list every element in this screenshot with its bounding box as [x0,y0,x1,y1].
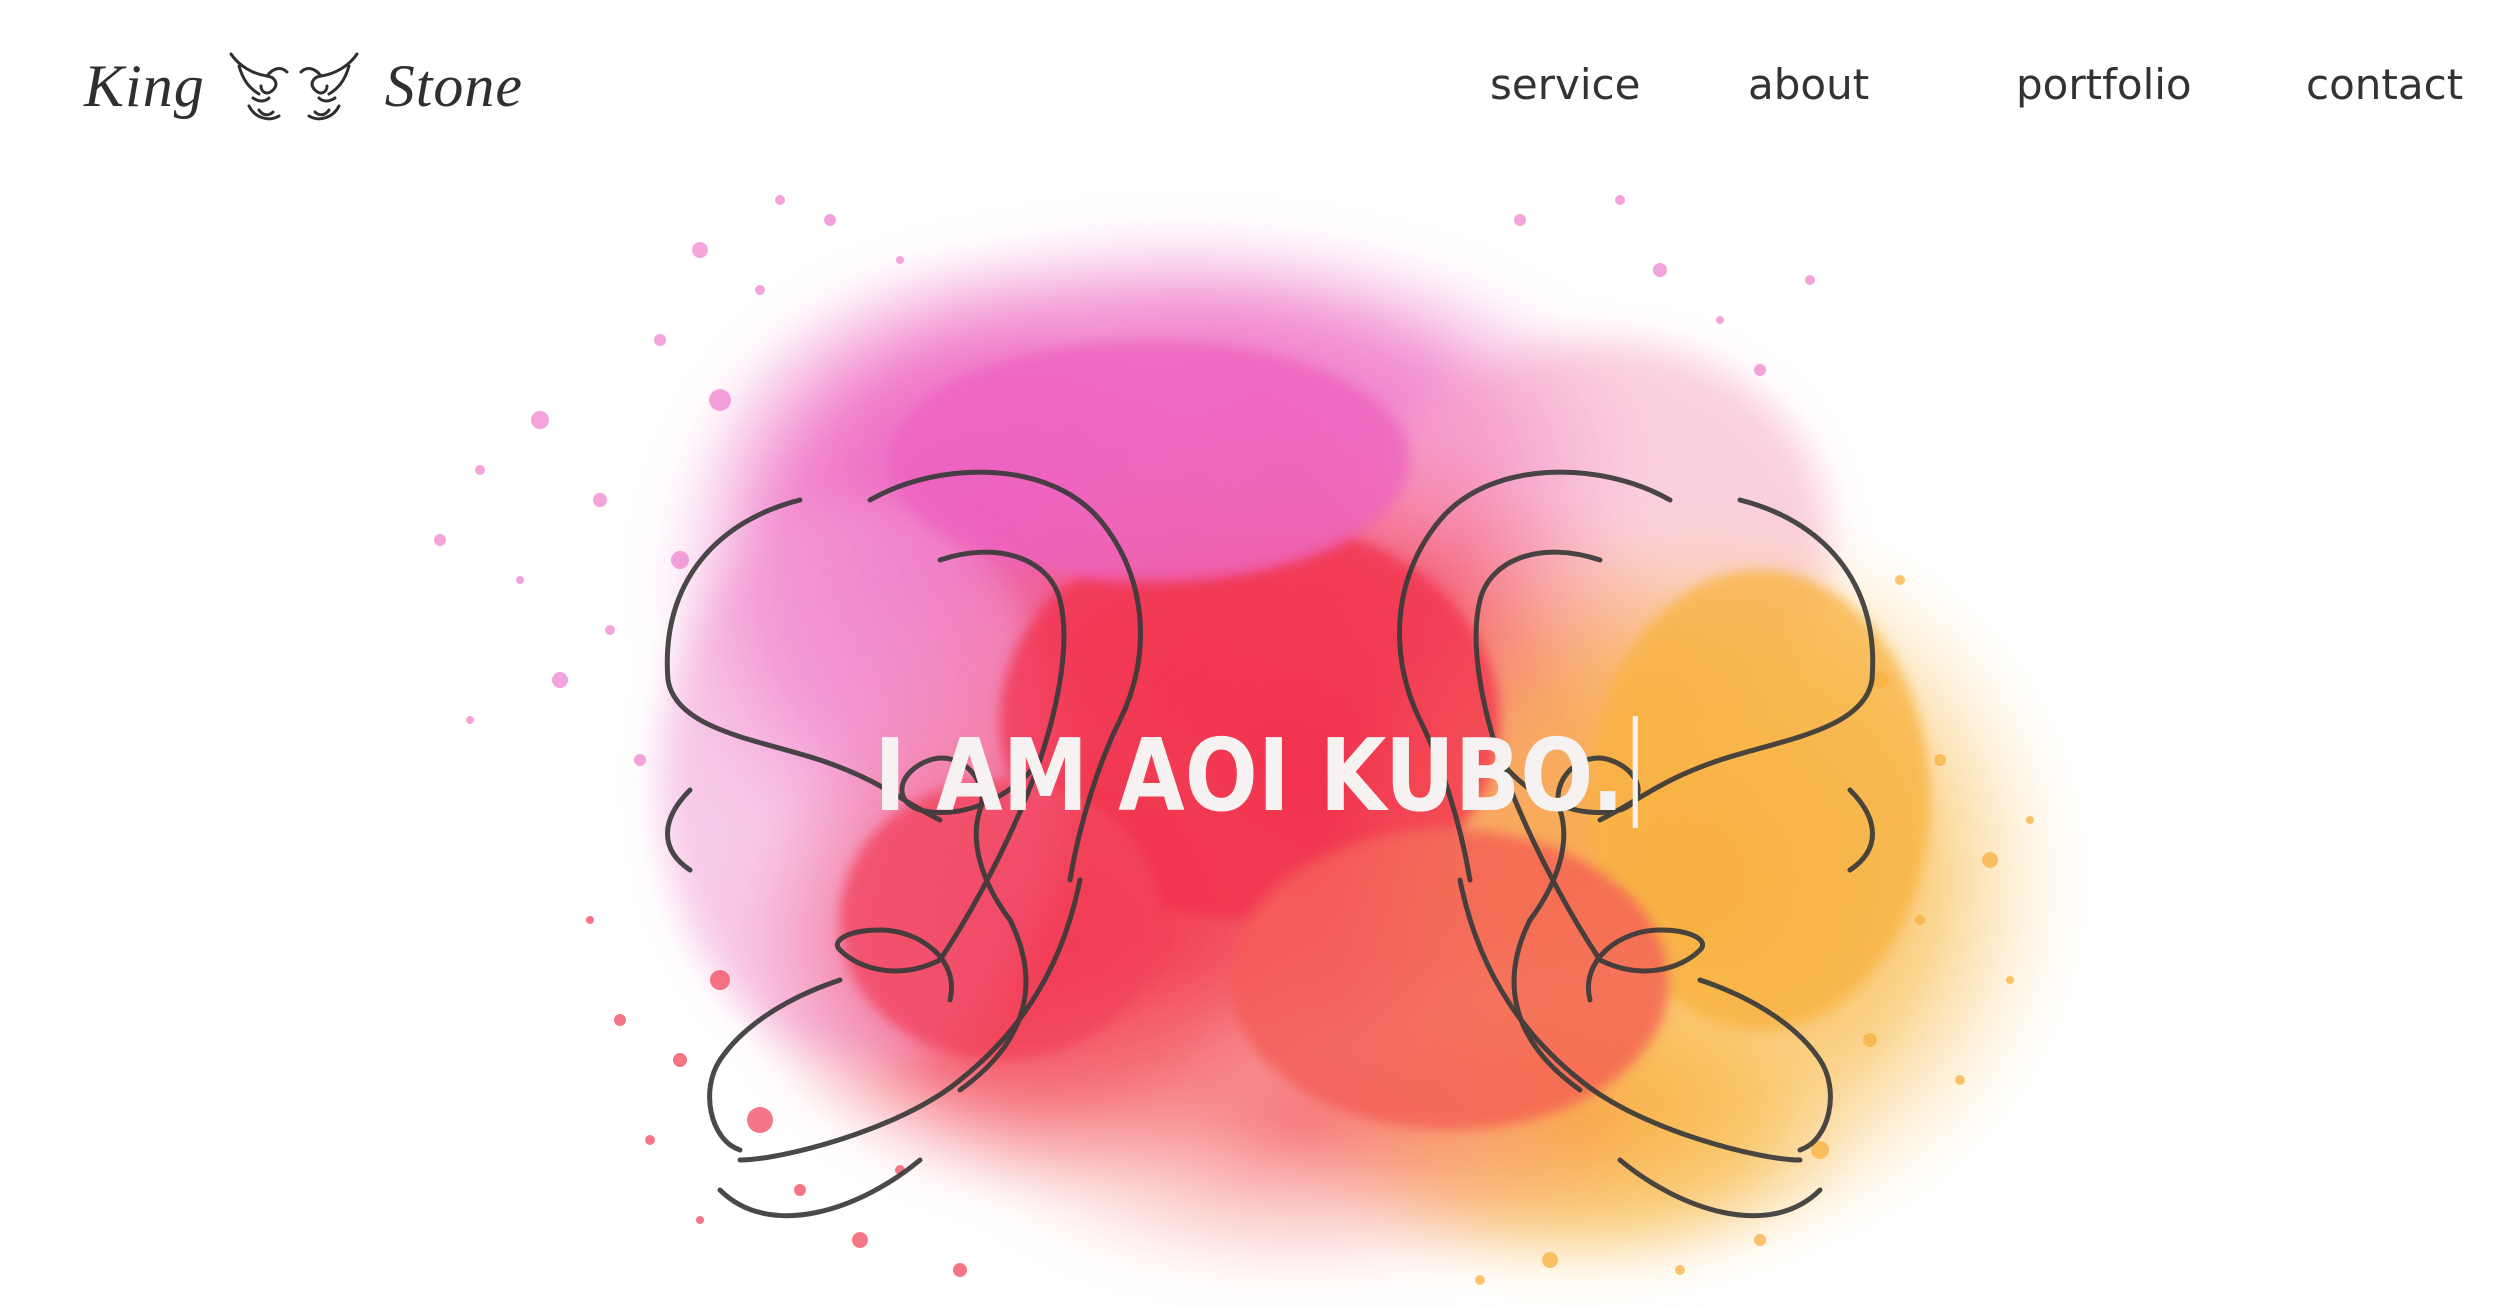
paired-figures-logo-icon [229,52,359,121]
hero-section: I AM AOI KUBO. [0,160,2512,1306]
logo-word-left: King [84,52,205,119]
site-header: King Stone service about portfolio conta… [0,0,2512,160]
watercolor-splash-illustration [434,195,2080,1290]
nav-link-about[interactable]: about [1748,60,1869,109]
logo-word-right: Stone [384,52,524,119]
nav-link-contact[interactable]: contact [2306,60,2463,109]
nav-link-service[interactable]: service [1490,60,1640,109]
site-logo[interactable]: King Stone [84,36,523,136]
nav-link-portfolio[interactable]: portfolio [2016,60,2192,109]
